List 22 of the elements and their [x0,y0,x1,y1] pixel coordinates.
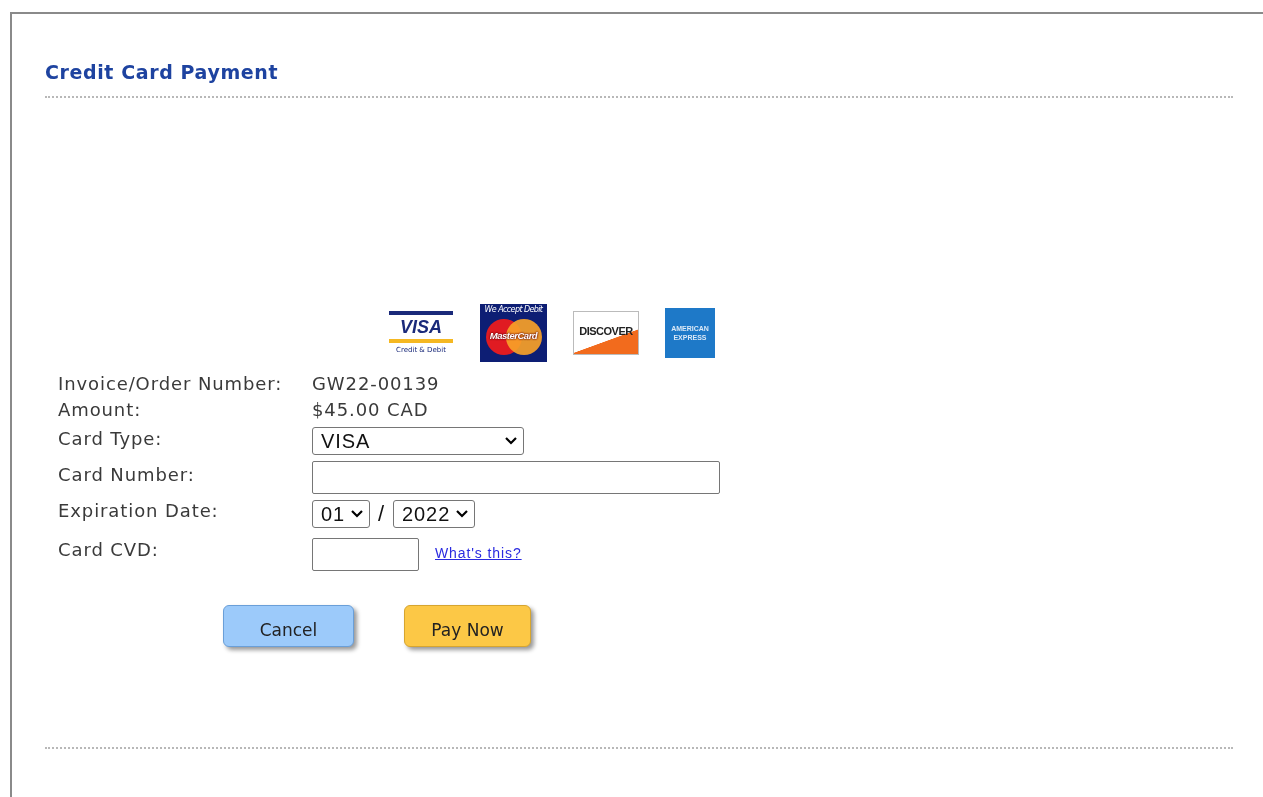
card-type-dropdown[interactable]: VISA [312,427,524,455]
whats-this-link[interactable]: What's this? [435,544,522,561]
field-label: Expiration Date: [58,499,220,523]
field-value: GW22-00139 [312,372,440,396]
chevron-icon [456,510,469,518]
field-value: $45.00 CAD [312,398,429,422]
year-dropdown[interactable]: 2022 [393,500,476,528]
chevron-icon [505,437,517,445]
pay-now-button[interactable]: Pay Now [404,605,531,647]
discover-logo: DISCOVER [573,311,639,355]
chevron-icon [351,510,364,518]
cvd-input[interactable] [312,538,419,571]
field-label: Amount: [58,398,143,422]
field-label: Card Number: [58,462,196,487]
date-separator: / [378,501,386,527]
month-dropdown[interactable]: 01 [312,500,371,528]
field-label: Card CVD: [58,537,160,562]
field-label: Invoice/Order Number: [58,372,284,396]
field-label: Card Type: [58,427,164,451]
card-number-input[interactable] [312,461,720,494]
page-title: Credit Card Payment [45,60,280,85]
cancel-button[interactable]: Cancel [223,605,354,647]
